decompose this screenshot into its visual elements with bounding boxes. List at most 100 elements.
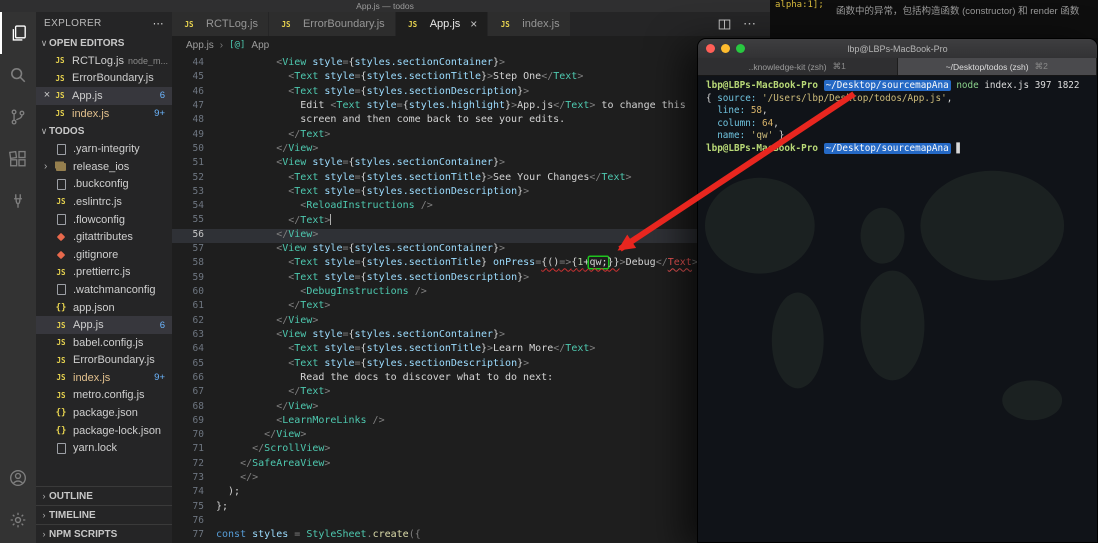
terminal-body[interactable]: lbp@LBPs-MacBook-Pro ~/Desktop/sourcemap…: [698, 76, 1097, 543]
code-token: >: [499, 57, 505, 68]
code-token: >: [523, 186, 529, 197]
code-token: styles.sectionDescription: [367, 186, 518, 197]
terminal-line: lbp@LBPs-MacBook-Pro ~/Desktop/sourcemap…: [706, 143, 1089, 156]
terminal-tab[interactable]: ..knowledge-kit (zsh)⌘1: [698, 58, 898, 75]
tab-rctlog.js[interactable]: JSRCTLog.js: [172, 12, 269, 36]
file-name: .flowconfig: [73, 214, 125, 226]
code-text: );: [216, 486, 240, 500]
zoom-window-button[interactable]: [736, 44, 745, 53]
code-text: <DebugInstructions />: [216, 286, 427, 300]
code-text: <Text style={styles.sectionTitle}>Step O…: [216, 71, 583, 85]
code-text: </View>: [216, 143, 318, 157]
line-number: 74: [172, 486, 216, 500]
open-editor-item[interactable]: JSErrorBoundary.js: [36, 70, 172, 88]
code-text: </View>: [216, 315, 318, 329]
tree-item[interactable]: .flowconfig: [36, 211, 172, 229]
symbol-icon: [@]: [229, 40, 245, 50]
tree-item[interactable]: {}package-lock.json: [36, 422, 172, 440]
code-token: </: [553, 343, 565, 354]
code-token: style: [324, 358, 354, 369]
json-file-icon: {}: [54, 301, 68, 314]
terminal-titlebar[interactable]: lbp@LBPs-MacBook-Pro: [698, 39, 1097, 58]
breadcrumb-symbol[interactable]: App: [251, 40, 269, 51]
code-token: <: [216, 71, 294, 82]
tree-item[interactable]: {}package.json: [36, 404, 172, 422]
settings-icon[interactable]: [0, 499, 36, 541]
tree-item[interactable]: JSbabel.config.js: [36, 334, 172, 352]
panel-outline[interactable]: ›OUTLINE: [36, 486, 172, 505]
terminal-token: name:: [717, 130, 745, 141]
tree-item[interactable]: JSErrorBoundary.js: [36, 352, 172, 370]
code-token: Learn More: [493, 343, 553, 354]
close-icon[interactable]: ×: [41, 90, 53, 101]
tab-index.js[interactable]: JSindex.js: [488, 12, 570, 36]
code-token: >: [499, 243, 505, 254]
terminal-tab-label: ..knowledge-kit (zsh): [749, 62, 827, 72]
close-window-button[interactable]: [706, 44, 715, 53]
code-token: style: [324, 186, 354, 197]
tree-item[interactable]: .yarn-integrity: [36, 140, 172, 158]
open-editor-item[interactable]: JSindex.js9+: [36, 105, 172, 123]
tree-item[interactable]: JSmetro.config.js: [36, 387, 172, 405]
line-number: 48: [172, 114, 216, 128]
open-editors-header[interactable]: ∨ OPEN EDITORS: [36, 34, 172, 52]
terminal-window: lbp@LBPs-MacBook-Pro ..knowledge-kit (zs…: [697, 38, 1098, 543]
line-number: 57: [172, 243, 216, 257]
tree-item[interactable]: .gitattributes: [36, 228, 172, 246]
code-token: >: [324, 129, 330, 140]
close-icon[interactable]: ×: [470, 18, 477, 30]
tree-item[interactable]: yarn.lock: [36, 439, 172, 457]
extensions-icon[interactable]: [0, 138, 36, 180]
more-actions-icon[interactable]: ⋯: [743, 16, 756, 32]
tree-item[interactable]: .gitignore: [36, 246, 172, 264]
remote-icon[interactable]: [0, 180, 36, 222]
search-icon[interactable]: [0, 54, 36, 96]
open-editor-item[interactable]: JSRCTLog.jsnode_m...: [36, 52, 172, 70]
code-token: to change this: [595, 100, 685, 111]
code-text: </Text>: [216, 386, 330, 400]
explorer-icon[interactable]: [0, 12, 36, 54]
error-token: =>: [559, 257, 571, 268]
code-token: </: [216, 458, 252, 469]
tree-item[interactable]: JSApp.js6: [36, 316, 172, 334]
split-editor-icon[interactable]: [718, 18, 731, 31]
code-token: style: [324, 86, 354, 97]
code-token: Edit: [216, 100, 330, 111]
code-token: />: [409, 286, 427, 297]
panel-label: OUTLINE: [49, 491, 93, 502]
window-titlebar[interactable]: App.js — todos: [0, 0, 770, 12]
panel-timeline[interactable]: ›TIMELINE: [36, 505, 172, 524]
tree-item[interactable]: ›release_ios: [36, 158, 172, 176]
code-token: />: [415, 200, 433, 211]
code-token: styles.sectionDescription: [367, 272, 518, 283]
code-token: style: [312, 329, 342, 340]
tree-item[interactable]: {}app.json: [36, 299, 172, 317]
tab-errorboundary.js[interactable]: JSErrorBoundary.js: [269, 12, 396, 36]
editor-tabs: JSRCTLog.jsJSErrorBoundary.jsJSApp.js×JS…: [172, 12, 571, 36]
tree-item[interactable]: JSindex.js9+: [36, 369, 172, 387]
code-token: >: [324, 386, 330, 397]
breadcrumb-file[interactable]: App.js: [186, 40, 214, 51]
tree-item[interactable]: JS.eslintrc.js: [36, 193, 172, 211]
folder-header[interactable]: ∨ TODOS: [36, 122, 172, 140]
line-number: 67: [172, 386, 216, 400]
minimize-window-button[interactable]: [721, 44, 730, 53]
tree-item[interactable]: JS.prettierrc.js: [36, 264, 172, 282]
error-token: }}: [608, 257, 620, 268]
open-editor-item[interactable]: ×JSApp.js6: [36, 87, 172, 105]
code-token: </: [216, 229, 288, 240]
js-file-icon: JS: [53, 54, 67, 67]
file-name: .prettierrc.js: [73, 266, 130, 278]
tab-app.js[interactable]: JSApp.js×: [396, 12, 489, 36]
tree-item[interactable]: .buckconfig: [36, 176, 172, 194]
terminal-tab[interactable]: ~/Desktop/todos (zsh)⌘2: [898, 58, 1098, 75]
panel-npm-scripts[interactable]: ›NPM SCRIPTS: [36, 524, 172, 543]
source-control-icon[interactable]: [0, 96, 36, 138]
code-token: style: [367, 100, 397, 111]
tree-item[interactable]: .watchmanconfig: [36, 281, 172, 299]
more-actions-icon[interactable]: ⋯: [153, 17, 164, 30]
code-token: </: [589, 172, 601, 183]
js-file-icon: JS: [54, 336, 68, 349]
activity-bar-bottom: [0, 457, 36, 543]
account-icon[interactable]: [0, 457, 36, 499]
